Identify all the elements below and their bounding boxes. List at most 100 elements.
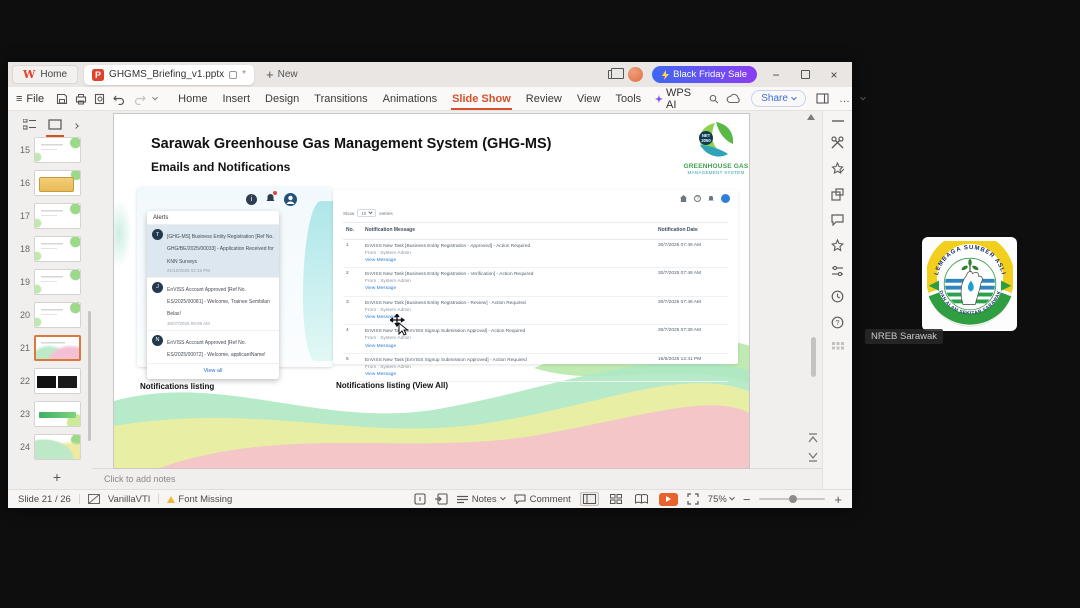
menu-transitions[interactable]: Transitions — [313, 90, 368, 108]
previous-slide-button[interactable] — [808, 433, 818, 445]
page-size-select[interactable]: 10 — [357, 209, 377, 217]
wps-ai-button[interactable]: WPS AI — [655, 87, 696, 111]
notes-toggle-button[interactable]: Notes — [456, 494, 506, 505]
restore-button[interactable] — [795, 68, 815, 82]
menu-tools[interactable]: Tools — [615, 90, 643, 108]
vertical-scrollbar[interactable] — [811, 337, 816, 377]
new-tab-button[interactable]: + New — [260, 67, 304, 82]
close-button[interactable]: × — [824, 68, 844, 82]
slide-canvas[interactable]: Sarawak Greenhouse Gas Management System… — [113, 113, 750, 469]
thumbnail-16[interactable]: 16 — [14, 170, 92, 196]
collapse-icon[interactable] — [831, 119, 844, 123]
slide-sorter-view-button[interactable] — [608, 493, 624, 505]
theme-icon — [87, 494, 100, 504]
thumbnail-22[interactable]: 22 — [14, 368, 92, 394]
menu-view[interactable]: View — [576, 90, 602, 108]
help-icon[interactable]: ? — [831, 316, 844, 329]
alert-item[interactable]: T [GHG-MS] Business Entity Registration … — [147, 225, 279, 278]
thumbnail-24[interactable]: 24 — [14, 434, 92, 460]
search-icon[interactable] — [709, 93, 719, 105]
zoom-level-control[interactable]: 75% — [708, 494, 735, 505]
next-slide-button[interactable] — [808, 450, 818, 462]
view-message-link[interactable]: View Message — [365, 286, 396, 291]
reading-view-button[interactable] — [633, 493, 650, 505]
collapse-panel-icon[interactable] — [72, 123, 79, 129]
view-message-link[interactable]: View Message — [365, 344, 396, 349]
thumbnail-23[interactable]: 23 — [14, 401, 92, 427]
comment-icon[interactable] — [831, 214, 844, 226]
fit-screen-icon[interactable] — [687, 493, 699, 505]
menu-home[interactable]: Home — [177, 90, 208, 108]
thumbnail-17[interactable]: 17 — [14, 203, 92, 229]
share-button[interactable]: Share — [751, 90, 806, 107]
thumb-number: 19 — [19, 277, 30, 287]
task-pane-icon[interactable] — [816, 93, 829, 104]
apps-icon[interactable] — [831, 342, 844, 354]
account-avatar[interactable] — [628, 67, 644, 82]
thumbnail-18[interactable]: 18 — [14, 236, 92, 262]
cloud-sync-icon[interactable] — [726, 93, 741, 104]
share-label: Share — [761, 93, 788, 104]
multi-window-icon[interactable] — [608, 68, 625, 79]
zoom-out-button[interactable]: − — [743, 492, 751, 507]
home-tab[interactable]: W Home — [12, 65, 79, 84]
thumbnail-21-selected[interactable]: 21 — [14, 335, 92, 361]
shapes-icon[interactable] — [831, 188, 844, 201]
view-message-link[interactable]: View Message — [365, 372, 396, 377]
undo-icon[interactable] — [113, 93, 126, 105]
slideshow-play-button[interactable] — [658, 492, 678, 506]
print-icon[interactable] — [75, 93, 87, 105]
favorites-icon[interactable] — [831, 239, 844, 252]
outline-view-icon[interactable] — [22, 118, 36, 133]
more-options-icon[interactable]: … — [839, 93, 851, 105]
normal-view-button[interactable] — [579, 492, 599, 506]
settings-icon[interactable] — [831, 265, 844, 277]
redo-icon[interactable] — [133, 93, 146, 105]
menu-slide-show[interactable]: Slide Show — [451, 90, 512, 110]
document-tab[interactable]: P GHGMS_Briefing_v1.pptx * — [84, 64, 255, 85]
slide-thumbnail-panel: 15 16 17 18 19 20 21 22 23 24 + — [8, 111, 92, 489]
zoom-in-button[interactable]: + — [834, 492, 842, 507]
cell-message: EnVISS New Task [EnVISS Signup Submissio… — [365, 357, 527, 363]
collapse-ribbon-icon[interactable] — [860, 94, 866, 100]
thumbnail-19[interactable]: 19 — [14, 269, 92, 295]
menu-design[interactable]: Design — [264, 90, 300, 108]
thumbnail-20[interactable]: 20 — [14, 302, 92, 328]
view-message-link[interactable]: View Message — [365, 258, 396, 263]
file-menu[interactable]: ≡ File — [16, 93, 44, 105]
desk-share-icon[interactable] — [434, 493, 448, 505]
page-setup-icon[interactable] — [414, 493, 426, 505]
alert-item[interactable]: J EnVISS Account Approved [Ref No. ES/20… — [147, 278, 279, 331]
comment-button[interactable]: Comment — [514, 494, 571, 505]
entries-label: entries — [379, 210, 393, 216]
menu-review[interactable]: Review — [525, 90, 563, 108]
font-missing-warning[interactable]: Font Missing — [167, 494, 232, 505]
thumbnail-view-icon[interactable] — [45, 119, 64, 137]
zoom-slider-knob[interactable] — [789, 495, 798, 503]
zoom-slider[interactable] — [759, 495, 826, 503]
caption-notifications-listing: Notifications listing — [140, 382, 215, 391]
minimize-button[interactable]: − — [766, 68, 786, 82]
alert-item[interactable]: N EnVISS Account Approved [Ref No. ES/20… — [147, 331, 279, 364]
panel-scrollbar[interactable] — [88, 311, 91, 441]
notes-input[interactable]: Click to add notes — [92, 468, 822, 489]
thumbnail-15[interactable]: 15 — [14, 137, 92, 163]
save-icon[interactable] — [56, 93, 68, 105]
quick-access-dropdown-icon[interactable] — [152, 94, 158, 100]
menu-animations[interactable]: Animations — [382, 90, 438, 108]
add-slide-button[interactable]: + — [8, 467, 92, 489]
effects-icon[interactable] — [831, 162, 844, 175]
right-toolbar: ? — [822, 111, 852, 489]
view-all-link[interactable]: View all — [147, 364, 279, 379]
scroll-up-arrow[interactable] — [807, 114, 815, 120]
print-preview-icon[interactable] — [94, 93, 106, 105]
tools-icon[interactable] — [831, 136, 844, 149]
alerts-screenshot: i Alerts T [GHG-MS] Business Entity Regi… — [137, 187, 333, 379]
theme-name[interactable]: VanillaVTI — [108, 494, 151, 505]
history-icon[interactable] — [831, 290, 844, 303]
menu-insert[interactable]: Insert — [222, 90, 252, 108]
col-message: Notification Message — [365, 227, 416, 233]
ghgms-logo-icon: NET 2050 — [699, 122, 734, 157]
col-date: Notification Date — [658, 227, 698, 233]
black-friday-sale-button[interactable]: Black Friday Sale — [652, 66, 757, 83]
